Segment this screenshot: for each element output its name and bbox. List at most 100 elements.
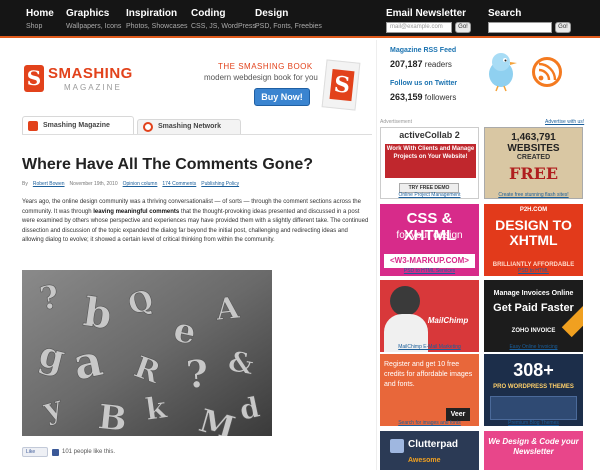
ad-headline: Register and get 10 free credits for aff… [384, 361, 473, 388]
ad-newsletter-design[interactable]: We Design & Code your Newsletter [484, 431, 583, 470]
author-link[interactable]: Robert Bowen [33, 181, 65, 187]
ad-cta: FREE [508, 164, 559, 183]
search-form: Go! [488, 22, 571, 33]
svg-text:B: B [96, 397, 129, 436]
ad-headline: We Design & Code your Newsletter [488, 437, 579, 456]
ad-cta: <W3-MARKUP.COM> [384, 254, 475, 268]
ad-veer[interactable]: Register and get 10 free credits for aff… [380, 354, 479, 426]
nav-item-home[interactable]: Home Shop [26, 8, 54, 32]
nav-item-coding[interactable]: Coding CSS, JS, WordPress [191, 8, 256, 32]
rss-feed-link[interactable]: Magazine RSS Feed [390, 47, 456, 54]
article-intro: Years ago, the online design community w… [22, 198, 370, 246]
ad-caption[interactable]: MailChimp E-Mail Marketing [380, 344, 479, 350]
ad-caption[interactable]: Search for images and fonts [380, 420, 479, 426]
twitter-count-unit: followers [424, 93, 457, 102]
tab-label: Smashing Network [158, 123, 222, 130]
meta-by: By [22, 181, 28, 187]
svg-text:?: ? [184, 351, 209, 397]
ad-headline: P2H.COM [519, 207, 548, 213]
category-link[interactable]: Opinion column [123, 181, 158, 187]
ad-body: for your design [396, 230, 463, 241]
search-title: Search [488, 8, 522, 19]
nav-item-subtitle: Wallpapers, Icons [66, 23, 122, 30]
nav-item-design[interactable]: Design PSD, Fonts, Freebies [255, 8, 322, 32]
comments-link[interactable]: 174 Comments [162, 181, 196, 187]
nav-item-subtitle: CSS, JS, WordPress [191, 23, 256, 30]
logo-s-icon[interactable]: S [24, 65, 44, 92]
book-s-icon: S [329, 69, 355, 102]
buy-now-button[interactable]: Buy Now! [254, 88, 310, 106]
ad-caption[interactable]: PSD to HTML Services [380, 268, 479, 274]
network-icon [143, 122, 153, 132]
clutterpad-icon [390, 439, 404, 453]
ad-caption[interactable]: Online Project Management [380, 192, 479, 198]
facebook-icon [52, 448, 59, 456]
intro-bold-text: leaving meaningful comments [93, 208, 180, 215]
rss-count-value: 207,187 [390, 59, 423, 69]
ad-headline: MailChimp [427, 316, 469, 325]
ad-caption[interactable]: Premium Blog Themes [484, 420, 583, 426]
nav-item-subtitle: Photos, Showcases [126, 23, 188, 30]
ad-headline: Manage Invoices Online [493, 290, 574, 297]
nav-item-subtitle: PSD, Fonts, Freebies [255, 23, 322, 30]
book-promo-subtitle: modern webdesign book for you [204, 73, 318, 82]
nav-item-subtitle: Shop [26, 23, 43, 30]
article-image: ? b Q e A g a R ? & y B k M d [22, 270, 272, 436]
book-promo-title: THE SMASHING BOOK [218, 62, 313, 71]
tab-smashing-magazine[interactable]: Smashing Magazine [22, 116, 134, 134]
rss-glyph [538, 62, 557, 81]
ad-caption[interactable]: Create free stunning flash sites! [484, 192, 583, 198]
nav-item-title: Graphics [66, 8, 110, 19]
twitter-bird-icon[interactable] [484, 50, 518, 92]
ad-flash-sites[interactable]: 1,463,791 WEBSITES CREATED FREE [484, 127, 583, 199]
ad-portrait [390, 286, 420, 316]
newsletter-title: Email Newsletter [386, 8, 467, 19]
ad-caption[interactable]: PSD to HTML [484, 268, 583, 274]
article-title[interactable]: Where Have All The Comments Gone? [22, 156, 313, 174]
category-link[interactable]: Publishing Policy [201, 181, 239, 187]
ad-mailchimp[interactable]: MailChimp [380, 280, 479, 352]
ad-zoho-invoice[interactable]: Manage Invoices Online Get Paid Faster Z… [484, 280, 583, 352]
like-count: 101 people like this. [52, 447, 115, 457]
nav-item-title: Design [255, 8, 289, 19]
ad-headline: 1,463,791 WEBSITES [507, 132, 560, 154]
twitter-follow-link[interactable]: Follow us on Twitter [390, 80, 457, 87]
ad-headline: Clutterpad [408, 439, 458, 450]
facebook-like-button[interactable]: Like [22, 447, 48, 457]
search-input[interactable] [488, 22, 552, 33]
tab-smashing-network[interactable]: Smashing Network [137, 119, 241, 134]
ad-w3-markup[interactable]: CSS & XHTML for your design <W3-MARKUP.C… [380, 204, 479, 276]
ad-body: CREATED [516, 154, 551, 161]
ad-p2h[interactable]: P2H.COM DESIGN TO XHTML BRILLIANTLY AFFO… [484, 204, 583, 276]
newsletter-form: mail@example.com Go! [386, 22, 471, 33]
search-go-button[interactable]: Go! [555, 22, 571, 33]
nav-item-title: Inspiration [126, 8, 178, 19]
like-count-text: 101 people like this. [62, 449, 116, 455]
twitter-followers: 263,159 followers [390, 92, 456, 102]
nav-item-inspiration[interactable]: Inspiration Photos, Showcases [126, 8, 187, 32]
advertise-link[interactable]: Advertise with us! [545, 119, 584, 125]
ad-body: DESIGN TO XHTML [495, 217, 572, 248]
ad-activecollab[interactable]: activeCollab 2 Work With Clients and Man… [380, 127, 479, 199]
ad-body: Get Paid Faster [493, 302, 574, 314]
ad-headline: activeCollab 2 [399, 130, 460, 140]
advertisement-label: Advertisement [380, 119, 412, 125]
nav-item-title: Home [26, 8, 54, 19]
newsletter-email-input[interactable]: mail@example.com [386, 22, 452, 33]
nav-item-graphics[interactable]: Graphics Wallpapers, Icons [66, 8, 121, 32]
book-cover-image[interactable]: S [321, 59, 361, 111]
newsletter-section: Email Newsletter [386, 8, 466, 20]
ad-body: Awesome [408, 457, 441, 464]
rss-icon[interactable] [532, 57, 562, 87]
top-navigation: Home Shop Graphics Wallpapers, Icons Ins… [0, 0, 600, 38]
newsletter-go-button[interactable]: Go! [455, 22, 471, 33]
nav-item-title: Coding [191, 8, 226, 19]
ad-caption[interactable]: Easy Online Invoicing [484, 344, 583, 350]
ad-body: PRO WORDPRESS THEMES [493, 384, 574, 390]
logo-text[interactable]: SMASHING [48, 65, 133, 82]
article-meta: By Robert Bowen November 19th, 2010 Opin… [22, 181, 239, 187]
twitter-count-value: 263,159 [390, 92, 423, 102]
like-label: Like [26, 449, 36, 455]
ad-wordpress-themes[interactable]: 308+ PRO WORDPRESS THEMES [484, 354, 583, 426]
ad-clutterpad[interactable]: Clutterpad Awesome [380, 431, 479, 470]
